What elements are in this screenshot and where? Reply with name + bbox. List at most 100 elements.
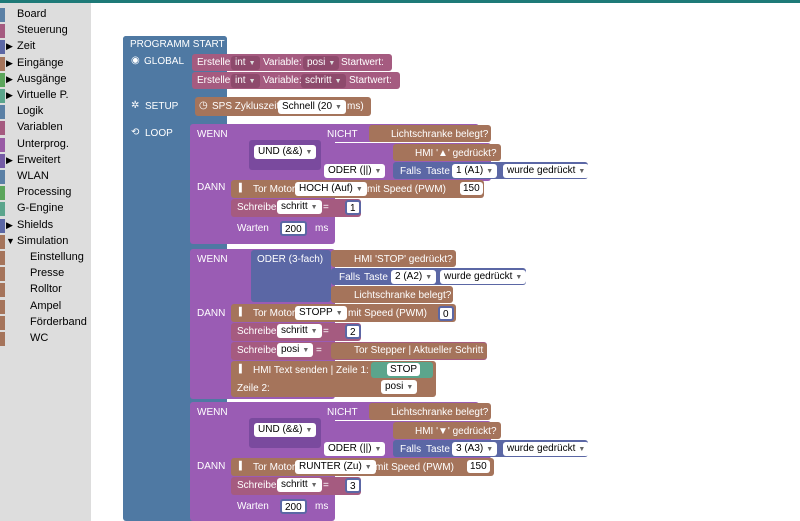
collapsed-arrow-icon[interactable]: ▶ xyxy=(6,74,13,85)
trigger-dropdown[interactable]: wurde gedrückt ▼ xyxy=(440,270,527,284)
value-input[interactable]: 2 xyxy=(345,324,361,339)
trigger-dropdown[interactable]: wurde gedrückt ▼ xyxy=(503,164,590,178)
toolbox-category[interactable]: Variablen xyxy=(0,120,91,136)
category-label: Logik xyxy=(17,105,44,118)
und-dropdown[interactable]: UND (&&) ▼ xyxy=(254,423,317,437)
toolbox-category[interactable]: Steuerung xyxy=(0,23,91,39)
category-color-swatch xyxy=(0,56,5,71)
cycle-dropdown[interactable]: Schnell (20 ▼ xyxy=(278,100,346,114)
category-label: Ausgänge xyxy=(17,72,67,85)
und-dropdown[interactable]: UND (&&) ▼ xyxy=(254,145,317,159)
collapsed-arrow-icon[interactable]: ▶ xyxy=(6,41,13,52)
variable-dropdown[interactable]: posi ▼ xyxy=(303,56,340,70)
taste-label: Taste xyxy=(426,166,450,177)
category-color-swatch xyxy=(0,89,5,103)
value-input[interactable]: 1 xyxy=(345,200,361,215)
motor-dropdown[interactable]: HOCH (Auf) ▼ xyxy=(295,182,367,196)
ms-input[interactable]: 200 xyxy=(280,499,307,514)
motor-dropdown[interactable]: STOPP ▼ xyxy=(295,306,347,320)
zeile2-var-dropdown[interactable]: posi ▼ xyxy=(381,380,418,394)
ms-input[interactable]: 200 xyxy=(280,221,307,236)
category-color-swatch xyxy=(0,170,5,184)
create-label: Erstelle xyxy=(197,75,231,86)
motor-icon: ▐ xyxy=(236,461,242,470)
subcategory-label: WC xyxy=(30,332,49,344)
subcategory-label: Presse xyxy=(30,267,65,280)
collapsed-arrow-icon[interactable]: ▶ xyxy=(6,90,13,101)
speed-label: mit Speed (PWM) xyxy=(348,308,427,319)
motor-label: Tor Motor xyxy=(253,184,296,195)
zeile2-label: Zeile 2: xyxy=(237,383,270,394)
toolbox-category[interactable]: ▶ Erweitert xyxy=(0,153,91,169)
startwert-label: Startwert: xyxy=(341,57,384,68)
subcategory-label: Ampel xyxy=(30,299,62,312)
setup-label: SETUP xyxy=(145,101,179,112)
category-label: WLAN xyxy=(17,170,49,182)
category-label: Steuerung xyxy=(17,24,68,37)
toolbox-category[interactable]: ▶ Shields xyxy=(0,218,91,234)
program-title: PROGRAMM START xyxy=(130,39,225,50)
collapsed-arrow-icon[interactable]: ▶ xyxy=(6,155,13,166)
category-color-swatch xyxy=(0,8,5,22)
wenn-label: WENN xyxy=(197,254,228,265)
toolbox-category[interactable]: WLAN xyxy=(0,169,91,185)
category-color-swatch xyxy=(0,283,5,298)
toolbox-category[interactable]: Unterprog. xyxy=(0,137,91,153)
speed-label: mit Speed (PWM) xyxy=(375,462,454,473)
toolbox-subcategory[interactable]: Einstellung xyxy=(0,250,91,266)
collapsed-arrow-icon[interactable]: ▶ xyxy=(6,58,13,69)
motor-label: Tor Motor xyxy=(253,308,296,319)
toolbox-category[interactable]: ▶ Virtuelle P. xyxy=(0,88,91,104)
value-input[interactable]: 3 xyxy=(345,478,361,493)
subcategory-label: Rolltor xyxy=(30,283,62,296)
category-label: Simulation xyxy=(17,234,69,247)
ms-unit: ms) xyxy=(347,101,364,112)
var-dropdown[interactable]: posi ▼ xyxy=(277,343,314,357)
globe-icon: ◉ xyxy=(131,55,140,66)
oder-dropdown[interactable]: ODER (||) ▼ xyxy=(324,442,386,456)
variable-label: Variable: xyxy=(263,57,302,68)
toolbox-category[interactable]: Processing xyxy=(0,185,91,201)
toolbox-sidebar: Board Steuerung ▶ Zeit ▶ Eingänge ▶ Ausgänge ▶ Vi… xyxy=(0,3,91,521)
toolbox-subcategory[interactable]: Rolltor xyxy=(0,282,91,298)
trigger-dropdown[interactable]: wurde gedrückt ▼ xyxy=(503,442,590,456)
category-label: Variablen xyxy=(17,121,63,134)
speed-input[interactable]: 150 xyxy=(460,182,483,195)
taste-dropdown[interactable]: 1 (A1) ▼ xyxy=(452,164,498,178)
speed-input[interactable]: 0 xyxy=(438,306,454,321)
toolbox-category[interactable]: Logik xyxy=(0,104,91,120)
speed-input[interactable]: 150 xyxy=(467,460,490,473)
motor-dropdown[interactable]: RUNTER (Zu) ▼ xyxy=(295,460,376,474)
toolbox-category[interactable]: ▶ Ausgänge xyxy=(0,72,91,88)
category-label: Virtuelle P. xyxy=(17,89,69,101)
category-color-swatch xyxy=(0,186,5,201)
category-color-swatch xyxy=(0,121,5,136)
type-dropdown[interactable]: int ▼ xyxy=(231,56,260,70)
toolbox-category[interactable]: ▶ Eingänge xyxy=(0,56,91,72)
taste-dropdown[interactable]: 2 (A2) ▼ xyxy=(391,270,437,284)
toolbox-subcategory[interactable]: WC xyxy=(0,331,91,347)
lichtschranke-label: Lichtschranke belegt? xyxy=(354,290,452,301)
toolbox-subcategory[interactable]: Presse xyxy=(0,266,91,282)
variable-dropdown[interactable]: schritt ▼ xyxy=(301,74,346,88)
category-color-swatch xyxy=(0,137,5,152)
toolbox-subcategory[interactable]: Förderband xyxy=(0,315,91,331)
toolbox-category[interactable]: ▶ Zeit xyxy=(0,39,91,55)
toolbox-category[interactable]: G-Engine xyxy=(0,201,91,217)
gear-icon: ✲ xyxy=(131,100,140,111)
dann-label: DANN xyxy=(197,182,226,193)
oder-dropdown[interactable]: ODER (||) ▼ xyxy=(324,164,386,178)
toolbox-category[interactable]: ▼ Simulation xyxy=(0,234,91,250)
stop-text-input[interactable]: STOP xyxy=(387,363,421,376)
var-dropdown[interactable]: schritt ▼ xyxy=(277,478,322,492)
var-dropdown[interactable]: schritt ▼ xyxy=(277,200,322,214)
category-color-swatch xyxy=(0,105,5,120)
blockly-workspace[interactable]: PROGRAMM START ◉ GLOBAL Erstelle int ▼ Va… xyxy=(91,3,800,521)
expanded-arrow-icon[interactable]: ▼ xyxy=(6,236,15,246)
type-dropdown[interactable]: int ▼ xyxy=(231,74,260,88)
toolbox-category[interactable]: Board xyxy=(0,7,91,23)
collapsed-arrow-icon[interactable]: ▶ xyxy=(6,220,13,231)
var-dropdown[interactable]: schritt ▼ xyxy=(277,324,322,338)
taste-dropdown[interactable]: 3 (A3) ▼ xyxy=(452,442,498,456)
toolbox-subcategory[interactable]: Ampel xyxy=(0,299,91,315)
